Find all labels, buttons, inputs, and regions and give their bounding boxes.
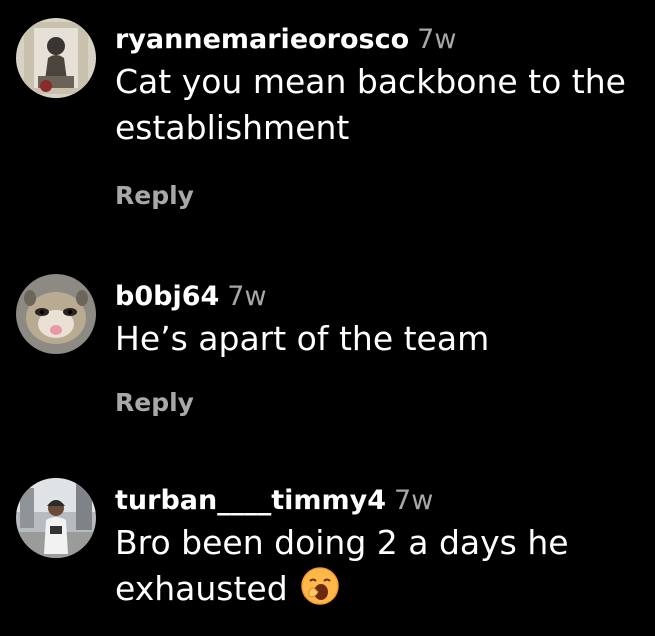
comment-item: turban____timmy4 7w Bro been doing 2 a da… xyxy=(0,470,655,636)
avatar[interactable] xyxy=(16,18,96,98)
street-photo-avatar-icon xyxy=(16,478,96,558)
comment-text-content: Bro been doing 2 a days he exhausted xyxy=(115,523,569,608)
reply-button[interactable]: Reply xyxy=(115,388,194,417)
ferret-avatar-icon xyxy=(16,274,96,354)
username-link[interactable]: ryannemarieorosco xyxy=(115,24,409,55)
avatar[interactable] xyxy=(16,274,96,354)
reply-button[interactable]: Reply xyxy=(115,181,194,210)
comment-time: 7w xyxy=(417,24,457,55)
comment-time: 7w xyxy=(394,485,434,516)
avatar[interactable] xyxy=(16,478,96,558)
comment-item: ryannemarieorosco 7w Cat you mean backbon… xyxy=(0,0,655,230)
username-link[interactable]: turban____timmy4 xyxy=(115,485,386,516)
comment-text: Bro been doing 2 a days he exhausted xyxy=(115,520,585,618)
comment-text: Cat you mean backbone to the establishme… xyxy=(115,62,626,147)
comment-time: 7w xyxy=(227,281,267,312)
comment-header: b0bj64 7w xyxy=(115,281,645,313)
yawning-face-emoji-icon xyxy=(300,566,340,618)
comment-header: turban____timmy4 7w xyxy=(115,485,645,517)
comment-header: ryannemarieorosco 7w xyxy=(115,24,645,56)
vintage-photo-avatar-icon xyxy=(16,18,96,98)
comment-text: He’s apart of the team xyxy=(115,319,490,358)
comment-item: b0bj64 7w He’s apart of the team Reply xyxy=(0,262,655,442)
username-link[interactable]: b0bj64 xyxy=(115,281,219,312)
